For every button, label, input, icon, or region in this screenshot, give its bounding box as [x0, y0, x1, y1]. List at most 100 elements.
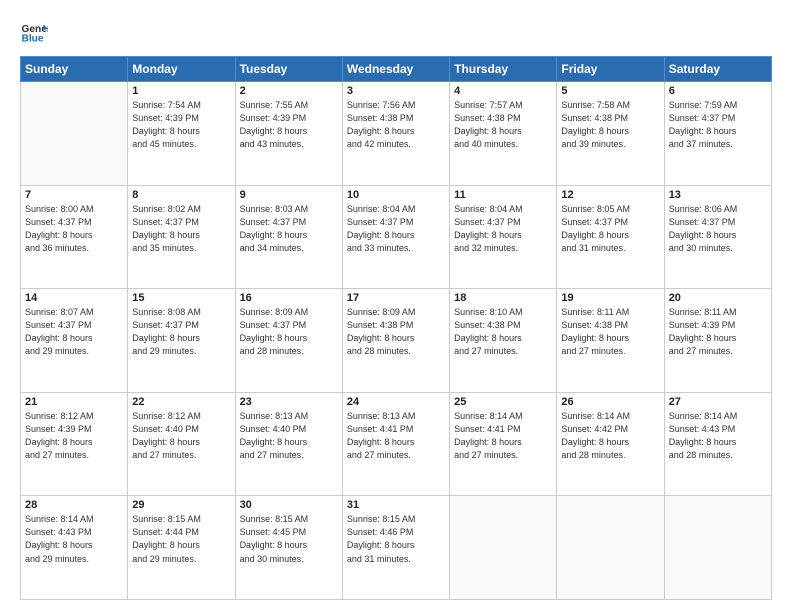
- cell-info: Sunrise: 7:55 AMSunset: 4:39 PMDaylight:…: [240, 99, 338, 151]
- calendar-cell: [21, 82, 128, 186]
- calendar-cell: 8 Sunrise: 8:02 AMSunset: 4:37 PMDaylight…: [128, 185, 235, 289]
- calendar-cell: 23 Sunrise: 8:13 AMSunset: 4:40 PMDayligh…: [235, 392, 342, 496]
- calendar-table: SundayMondayTuesdayWednesdayThursdayFrid…: [20, 56, 772, 600]
- day-number: 31: [347, 499, 445, 511]
- calendar-cell: 6 Sunrise: 7:59 AMSunset: 4:37 PMDaylight…: [664, 82, 771, 186]
- calendar-cell: 31 Sunrise: 8:15 AMSunset: 4:46 PMDayligh…: [342, 496, 449, 600]
- cell-info: Sunrise: 8:04 AMSunset: 4:37 PMDaylight:…: [454, 203, 552, 255]
- calendar-cell: 18Sunrise: 8:10 AMSunset: 4:38 PMDayligh…: [450, 289, 557, 393]
- calendar-cell: 17 Sunrise: 8:09 AMSunset: 4:38 PMDayligh…: [342, 289, 449, 393]
- cell-info: Sunrise: 7:58 AMSunset: 4:38 PMDaylight:…: [561, 99, 659, 151]
- day-number: 26: [561, 396, 659, 408]
- weekday-header: Saturday: [664, 57, 771, 82]
- logo-icon: General Blue: [20, 18, 48, 46]
- calendar-cell: 9 Sunrise: 8:03 AMSunset: 4:37 PMDaylight…: [235, 185, 342, 289]
- weekday-header: Monday: [128, 57, 235, 82]
- day-number: 3: [347, 85, 445, 97]
- cell-info: Sunrise: 8:08 AMSunset: 4:37 PMDaylight:…: [132, 306, 230, 358]
- day-number: 2: [240, 85, 338, 97]
- calendar-cell: 14Sunrise: 8:07 AMSunset: 4:37 PMDayligh…: [21, 289, 128, 393]
- day-number: 9: [240, 189, 338, 201]
- day-number: 1: [132, 85, 230, 97]
- day-number: 27: [669, 396, 767, 408]
- weekday-header: Friday: [557, 57, 664, 82]
- cell-info: Sunrise: 8:07 AMSunset: 4:37 PMDaylight:…: [25, 306, 123, 358]
- cell-info: Sunrise: 8:11 AMSunset: 4:39 PMDaylight:…: [669, 306, 767, 358]
- calendar-cell: 21Sunrise: 8:12 AMSunset: 4:39 PMDayligh…: [21, 392, 128, 496]
- cell-info: Sunrise: 8:00 AMSunset: 4:37 PMDaylight:…: [25, 203, 123, 255]
- day-number: 10: [347, 189, 445, 201]
- cell-info: Sunrise: 7:57 AMSunset: 4:38 PMDaylight:…: [454, 99, 552, 151]
- calendar-cell: [557, 496, 664, 600]
- cell-info: Sunrise: 8:06 AMSunset: 4:37 PMDaylight:…: [669, 203, 767, 255]
- calendar-cell: 4 Sunrise: 7:57 AMSunset: 4:38 PMDaylight…: [450, 82, 557, 186]
- day-number: 5: [561, 85, 659, 97]
- cell-info: Sunrise: 7:54 AMSunset: 4:39 PMDaylight:…: [132, 99, 230, 151]
- cell-info: Sunrise: 8:04 AMSunset: 4:37 PMDaylight:…: [347, 203, 445, 255]
- cell-info: Sunrise: 8:05 AMSunset: 4:37 PMDaylight:…: [561, 203, 659, 255]
- day-number: 25: [454, 396, 552, 408]
- day-number: 4: [454, 85, 552, 97]
- weekday-header: Sunday: [21, 57, 128, 82]
- day-number: 8: [132, 189, 230, 201]
- calendar-cell: 15 Sunrise: 8:08 AMSunset: 4:37 PMDayligh…: [128, 289, 235, 393]
- cell-info: Sunrise: 8:02 AMSunset: 4:37 PMDaylight:…: [132, 203, 230, 255]
- day-number: 20: [669, 292, 767, 304]
- cell-info: Sunrise: 8:11 AMSunset: 4:38 PMDaylight:…: [561, 306, 659, 358]
- cell-info: Sunrise: 8:15 AMSunset: 4:44 PMDaylight:…: [132, 513, 230, 565]
- calendar-cell: 11 Sunrise: 8:04 AMSunset: 4:37 PMDayligh…: [450, 185, 557, 289]
- day-number: 28: [25, 499, 123, 511]
- logo: General Blue: [20, 18, 48, 46]
- calendar-cell: 24 Sunrise: 8:13 AMSunset: 4:41 PMDayligh…: [342, 392, 449, 496]
- day-number: 17: [347, 292, 445, 304]
- day-number: 13: [669, 189, 767, 201]
- calendar-cell: 26 Sunrise: 8:14 AMSunset: 4:42 PMDayligh…: [557, 392, 664, 496]
- calendar-cell: 25 Sunrise: 8:14 AMSunset: 4:41 PMDayligh…: [450, 392, 557, 496]
- calendar-cell: 28Sunrise: 8:14 AMSunset: 4:43 PMDayligh…: [21, 496, 128, 600]
- day-number: 22: [132, 396, 230, 408]
- cell-info: Sunrise: 8:15 AMSunset: 4:46 PMDaylight:…: [347, 513, 445, 565]
- header: General Blue: [20, 18, 772, 46]
- day-number: 7: [25, 189, 123, 201]
- calendar-cell: 5 Sunrise: 7:58 AMSunset: 4:38 PMDaylight…: [557, 82, 664, 186]
- day-number: 29: [132, 499, 230, 511]
- cell-info: Sunrise: 8:03 AMSunset: 4:37 PMDaylight:…: [240, 203, 338, 255]
- day-number: 18: [454, 292, 552, 304]
- calendar-cell: 3 Sunrise: 7:56 AMSunset: 4:38 PMDaylight…: [342, 82, 449, 186]
- day-number: 23: [240, 396, 338, 408]
- cell-info: Sunrise: 8:14 AMSunset: 4:43 PMDaylight:…: [669, 410, 767, 462]
- weekday-header: Wednesday: [342, 57, 449, 82]
- cell-info: Sunrise: 7:56 AMSunset: 4:38 PMDaylight:…: [347, 99, 445, 151]
- calendar-cell: 30 Sunrise: 8:15 AMSunset: 4:45 PMDayligh…: [235, 496, 342, 600]
- calendar-cell: 10 Sunrise: 8:04 AMSunset: 4:37 PMDayligh…: [342, 185, 449, 289]
- cell-info: Sunrise: 8:09 AMSunset: 4:38 PMDaylight:…: [347, 306, 445, 358]
- svg-text:Blue: Blue: [22, 33, 44, 44]
- calendar-cell: [664, 496, 771, 600]
- day-number: 19: [561, 292, 659, 304]
- cell-info: Sunrise: 8:13 AMSunset: 4:40 PMDaylight:…: [240, 410, 338, 462]
- day-number: 15: [132, 292, 230, 304]
- day-number: 6: [669, 85, 767, 97]
- calendar-cell: 16 Sunrise: 8:09 AMSunset: 4:37 PMDayligh…: [235, 289, 342, 393]
- cell-info: Sunrise: 8:09 AMSunset: 4:37 PMDaylight:…: [240, 306, 338, 358]
- calendar-cell: 20 Sunrise: 8:11 AMSunset: 4:39 PMDayligh…: [664, 289, 771, 393]
- cell-info: Sunrise: 8:14 AMSunset: 4:42 PMDaylight:…: [561, 410, 659, 462]
- calendar-cell: 2 Sunrise: 7:55 AMSunset: 4:39 PMDaylight…: [235, 82, 342, 186]
- cell-info: Sunrise: 8:15 AMSunset: 4:45 PMDaylight:…: [240, 513, 338, 565]
- calendar-cell: 29 Sunrise: 8:15 AMSunset: 4:44 PMDayligh…: [128, 496, 235, 600]
- cell-info: Sunrise: 7:59 AMSunset: 4:37 PMDaylight:…: [669, 99, 767, 151]
- cell-info: Sunrise: 8:13 AMSunset: 4:41 PMDaylight:…: [347, 410, 445, 462]
- day-number: 16: [240, 292, 338, 304]
- day-number: 24: [347, 396, 445, 408]
- page: General Blue SundayMondayTuesdayWednesda…: [0, 0, 792, 612]
- cell-info: Sunrise: 8:14 AMSunset: 4:41 PMDaylight:…: [454, 410, 552, 462]
- weekday-header: Tuesday: [235, 57, 342, 82]
- weekday-header: Thursday: [450, 57, 557, 82]
- calendar-cell: 27 Sunrise: 8:14 AMSunset: 4:43 PMDayligh…: [664, 392, 771, 496]
- day-number: 11: [454, 189, 552, 201]
- calendar-cell: 22Sunrise: 8:12 AMSunset: 4:40 PMDayligh…: [128, 392, 235, 496]
- day-number: 21: [25, 396, 123, 408]
- day-number: 30: [240, 499, 338, 511]
- day-number: 12: [561, 189, 659, 201]
- calendar-cell: [450, 496, 557, 600]
